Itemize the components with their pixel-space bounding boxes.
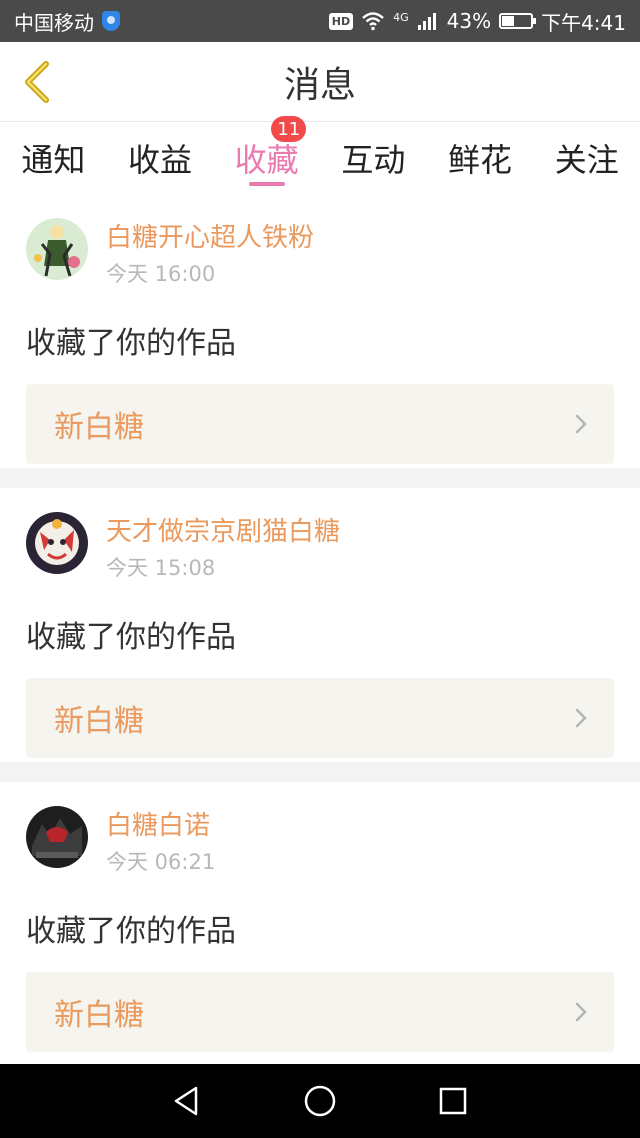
- user-name[interactable]: 白糖白诺: [106, 810, 215, 842]
- user-name[interactable]: 天才做宗京剧猫白糖: [106, 516, 340, 548]
- action-text: 收藏了你的作品: [26, 620, 236, 655]
- nav-back-button[interactable]: [157, 1071, 217, 1131]
- nav-recent-button[interactable]: [423, 1071, 483, 1131]
- avatar[interactable]: [26, 512, 88, 574]
- tab-label: 互动: [341, 141, 406, 179]
- work-title: 新白糖: [54, 704, 144, 739]
- square-recent-icon: [440, 1087, 467, 1115]
- nav-home-button[interactable]: [290, 1071, 350, 1131]
- security-shield-icon: [102, 11, 120, 31]
- tab-label: 收益: [128, 141, 193, 179]
- triangle-back-icon: [174, 1086, 197, 1116]
- avatar[interactable]: [26, 806, 88, 868]
- signal-icon: [417, 13, 436, 30]
- divider: [0, 762, 640, 782]
- list-item: 天才做宗京剧猫白糖 今天 15:08 收藏了你的作品 新白糖: [0, 488, 640, 762]
- tab-earnings[interactable]: 收益: [107, 122, 214, 194]
- action-text: 收藏了你的作品: [26, 914, 236, 949]
- work-link[interactable]: 新白糖: [26, 384, 614, 464]
- action-text: 收藏了你的作品: [26, 326, 236, 361]
- work-title: 新白糖: [54, 998, 144, 1033]
- chevron-right-icon: [575, 414, 587, 434]
- tab-label: 关注: [554, 141, 619, 179]
- user-name[interactable]: 白糖开心超人铁粉: [106, 222, 314, 254]
- timestamp: 今天 16:00: [106, 262, 216, 286]
- active-tab-indicator: [248, 182, 285, 186]
- status-bar: 中国移动 HD 4G 43% 下午4:41: [0, 0, 640, 42]
- list-item: 白糖白诺 今天 06:21 收藏了你的作品 新白糖: [0, 782, 640, 1056]
- tab-notifications[interactable]: 通知: [0, 122, 107, 194]
- chevron-left-icon: [25, 61, 49, 103]
- tab-favorites[interactable]: 收藏 11: [213, 116, 320, 194]
- tab-interactions[interactable]: 互动: [320, 122, 427, 194]
- message-feed: 白糖开心超人铁粉 今天 16:00 收藏了你的作品 新白糖 天才做宗京剧猫白糖 …: [0, 194, 640, 1056]
- unread-badge: 11: [271, 116, 307, 142]
- wifi-icon: [362, 12, 384, 31]
- hd-icon: HD: [328, 12, 354, 30]
- carrier-label: 中国移动: [14, 10, 94, 35]
- list-item: 白糖开心超人铁粉 今天 16:00 收藏了你的作品 新白糖: [0, 194, 640, 468]
- page-title: 消息: [283, 65, 356, 106]
- tab-following[interactable]: 关注: [533, 122, 640, 194]
- clock: 下午4:41: [541, 10, 626, 35]
- chevron-right-icon: [575, 708, 587, 728]
- battery-percent: 43%: [446, 9, 492, 33]
- work-link[interactable]: 新白糖: [26, 678, 614, 758]
- network-type: 4G: [393, 10, 409, 24]
- avatar[interactable]: [26, 218, 88, 280]
- tab-label: 鲜花: [448, 141, 513, 179]
- header: 消息: [0, 42, 640, 122]
- timestamp: 今天 15:08: [106, 556, 216, 580]
- system-nav-bar: [0, 1064, 640, 1138]
- back-button[interactable]: [8, 52, 68, 112]
- message-tabs: 通知 收益 收藏 11 互动 鲜花 关注: [0, 116, 640, 194]
- divider: [0, 468, 640, 488]
- battery-icon: [499, 13, 537, 29]
- chevron-right-icon: [575, 1002, 587, 1022]
- tab-flowers[interactable]: 鲜花: [427, 122, 534, 194]
- timestamp: 今天 06:21: [106, 850, 216, 874]
- work-title: 新白糖: [54, 410, 144, 445]
- work-link[interactable]: 新白糖: [26, 972, 614, 1052]
- tab-label: 通知: [21, 141, 86, 179]
- circle-home-icon: [304, 1085, 336, 1117]
